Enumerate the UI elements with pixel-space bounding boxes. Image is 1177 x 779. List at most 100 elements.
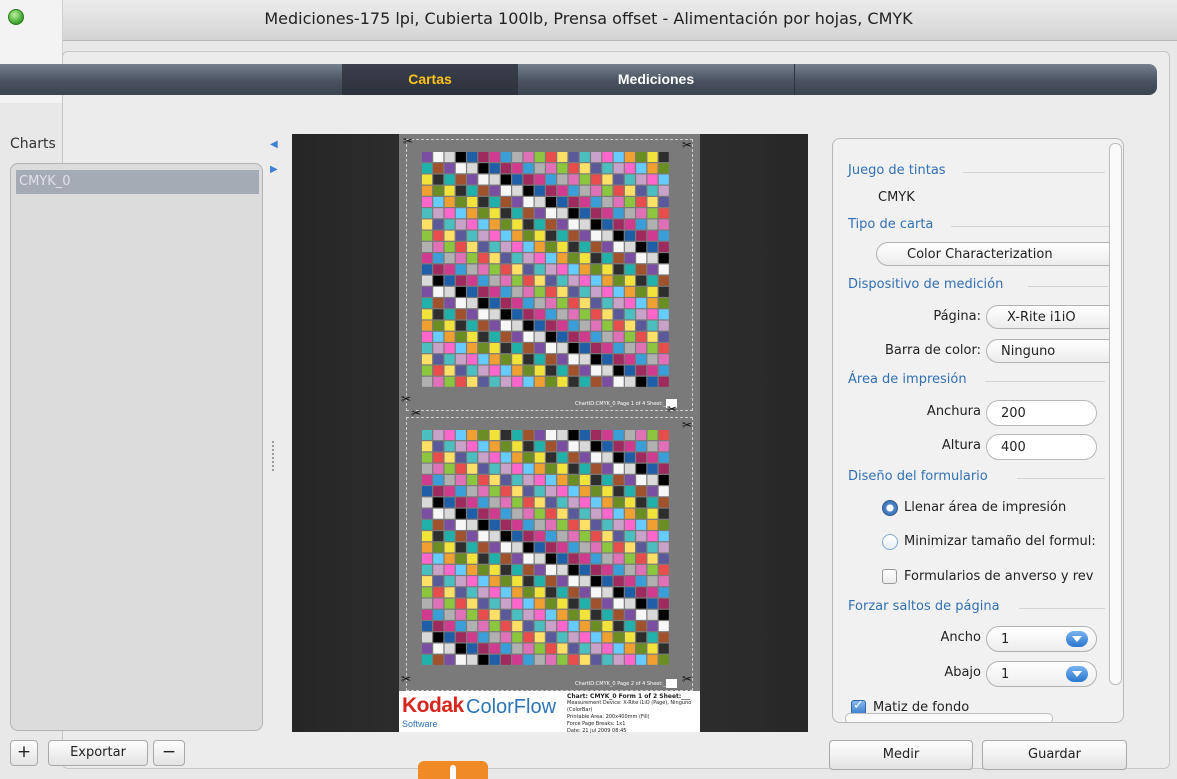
color-patch — [613, 174, 624, 185]
color-patch — [523, 331, 534, 342]
color-patch — [647, 174, 658, 185]
color-patch — [613, 632, 624, 643]
title-bar: Mediciones-175 lpi, Cubierta 100lb, Pren… — [0, 0, 1177, 41]
chart-info-line: Chart: CMYK_0 Form 1 of 2 Sheet:___ — [567, 693, 691, 700]
divider — [1017, 478, 1105, 479]
color-bar-select[interactable]: Ninguno — [986, 339, 1109, 363]
color-patch — [568, 331, 579, 342]
chart-type-select[interactable]: Color Characterization — [876, 242, 1109, 266]
color-patch — [478, 564, 489, 575]
color-patch — [512, 531, 523, 542]
tab-mediciones[interactable]: Mediciones — [518, 64, 795, 95]
color-patch — [591, 309, 602, 320]
color-patch — [647, 343, 658, 354]
export-button[interactable]: Exportar — [48, 740, 148, 766]
device-heading: Dispositivo de medición — [848, 277, 1004, 292]
color-patch — [523, 474, 534, 485]
color-patch — [444, 609, 455, 620]
color-patch — [647, 264, 658, 275]
duplex-forms-checkbox[interactable] — [882, 569, 897, 584]
color-patch — [636, 185, 647, 196]
chevron-down-icon[interactable] — [1066, 631, 1088, 647]
color-patch — [523, 230, 534, 241]
fill-area-radio[interactable] — [882, 500, 898, 516]
color-patch — [568, 452, 579, 463]
color-patch — [602, 275, 613, 286]
charts-list[interactable]: CMYK_0 — [10, 163, 263, 731]
expand-right-icon[interactable]: ▶ — [270, 164, 278, 175]
color-patch — [557, 365, 568, 376]
color-patch — [613, 609, 624, 620]
color-patch — [433, 576, 444, 587]
chart-list-item[interactable]: CMYK_0 — [16, 170, 259, 194]
collapse-left-icon[interactable]: ◀ — [270, 139, 278, 150]
color-patch — [579, 208, 590, 219]
down-combo[interactable]: 1 — [986, 661, 1097, 687]
color-patch — [523, 576, 534, 587]
color-patch — [455, 163, 466, 174]
color-patch — [478, 331, 489, 342]
color-patch — [568, 531, 579, 542]
chevron-down-icon[interactable] — [1066, 666, 1088, 682]
color-patch — [658, 376, 669, 387]
color-patch — [489, 163, 500, 174]
color-patch — [478, 497, 489, 508]
color-patch — [647, 564, 658, 575]
color-patch — [602, 309, 613, 320]
color-patch — [591, 241, 602, 252]
color-patch — [444, 264, 455, 275]
color-patch — [534, 219, 545, 230]
vertical-scrollbar[interactable] — [1109, 143, 1122, 685]
color-patch — [433, 241, 444, 252]
color-patch — [433, 152, 444, 163]
color-patch — [433, 441, 444, 452]
color-patch — [422, 452, 433, 463]
horizontal-scrollbar[interactable] — [845, 713, 1053, 722]
preview-page-1: ChartID:CMYK_0 Page 1 of 4 Sheet:__ — [406, 139, 693, 411]
color-patch — [512, 241, 523, 252]
color-patch — [467, 365, 478, 376]
color-patch — [444, 430, 455, 441]
color-patch — [478, 598, 489, 609]
tab-bar: Cartas Mediciones — [0, 64, 1157, 95]
color-patch — [433, 354, 444, 365]
splitter-handle[interactable] — [272, 441, 274, 471]
color-patch — [422, 309, 433, 320]
color-patch — [546, 152, 557, 163]
color-patch — [636, 576, 647, 587]
color-patch — [647, 241, 658, 252]
color-patch — [444, 241, 455, 252]
color-patch — [433, 564, 444, 575]
color-patch — [658, 531, 669, 542]
zoom-window-button[interactable] — [8, 9, 24, 25]
color-patch — [455, 486, 466, 497]
color-patch — [557, 343, 568, 354]
color-patch — [636, 208, 647, 219]
tab-cartas[interactable]: Cartas — [342, 64, 518, 95]
color-patch — [613, 152, 624, 163]
color-patch — [557, 508, 568, 519]
color-patch — [546, 309, 557, 320]
dock-app-icon[interactable] — [418, 761, 488, 779]
color-patch — [613, 298, 624, 309]
across-combo[interactable]: 1 — [986, 626, 1097, 652]
color-patch — [546, 365, 557, 376]
color-patch — [444, 598, 455, 609]
measure-button[interactable]: Medir — [829, 740, 973, 770]
color-patch — [647, 576, 658, 587]
color-patch — [579, 163, 590, 174]
color-patch — [422, 609, 433, 620]
page-device-select[interactable]: X-Rite i1iO — [986, 305, 1109, 329]
height-input[interactable]: 400 — [986, 434, 1097, 460]
color-patch — [636, 230, 647, 241]
minimize-size-radio[interactable] — [882, 534, 898, 550]
color-patch — [422, 598, 433, 609]
kodak-footer: Kodak ColorFlow Software Chart: CMYK_0 F… — [399, 691, 700, 734]
add-chart-button[interactable]: + — [10, 740, 38, 766]
color-patch — [433, 331, 444, 342]
remove-chart-button[interactable]: − — [153, 740, 185, 766]
save-button[interactable]: Guardar — [982, 740, 1127, 770]
color-patch — [658, 576, 669, 587]
color-patch — [523, 587, 534, 598]
width-input[interactable]: 200 — [986, 400, 1097, 426]
